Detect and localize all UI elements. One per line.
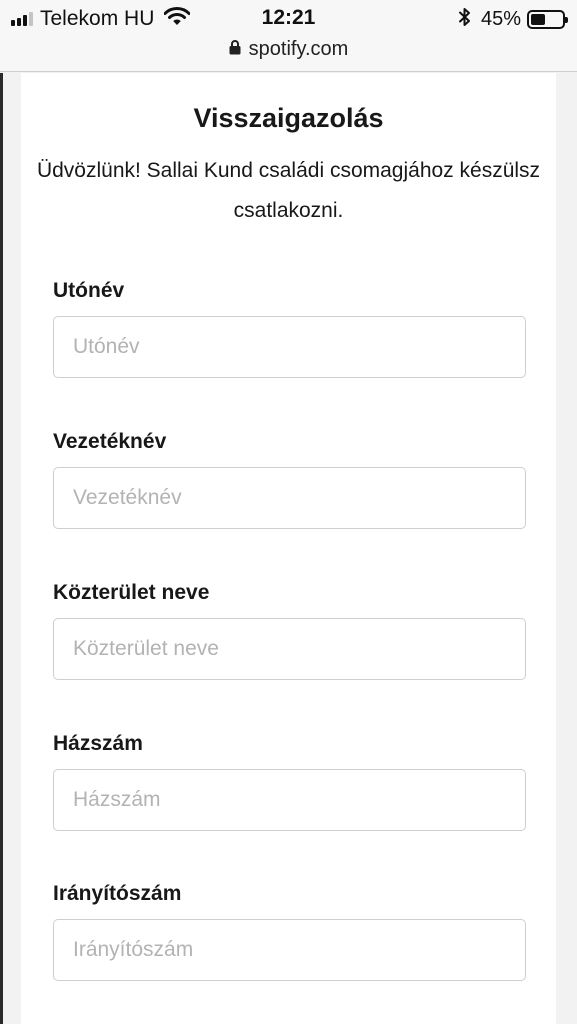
page-subtitle: Üdvözlünk! Sallai Kund családi csomagjáh… [36, 159, 541, 222]
left-edge-divider [0, 73, 3, 1024]
first-name-input[interactable] [53, 316, 526, 378]
browser-address-bar[interactable]: spotify.com [0, 38, 577, 72]
bluetooth-icon [458, 7, 471, 32]
battery-icon [527, 9, 568, 29]
postal-code-label: Irányítószám [53, 882, 182, 905]
last-name-label: Vezetéknév [53, 430, 167, 453]
battery-percent: 45% [480, 7, 521, 30]
form-card: Visszaigazolás Üdvözlünk! Sallai Kund cs… [21, 73, 556, 1024]
status-bar: Telekom HU 12:21 45% [0, 0, 577, 38]
address-bar-content[interactable]: spotify.com [229, 38, 349, 61]
status-bar-right: 45% [458, 6, 568, 32]
house-number-label: Házszám [53, 732, 143, 755]
house-number-input[interactable] [53, 769, 526, 831]
lock-icon [229, 39, 241, 60]
postal-code-input[interactable] [53, 919, 526, 981]
battery-fill [531, 13, 545, 25]
page-content: Visszaigazolás Üdvözlünk! Sallai Kund cs… [0, 73, 577, 1024]
last-name-input[interactable] [53, 467, 526, 529]
url-text[interactable]: spotify.com [249, 38, 349, 61]
page-title: Visszaigazolás [193, 103, 384, 133]
street-name-label: Közterület neve [53, 581, 210, 604]
street-name-input[interactable] [53, 618, 526, 680]
first-name-label: Utónév [53, 279, 125, 302]
